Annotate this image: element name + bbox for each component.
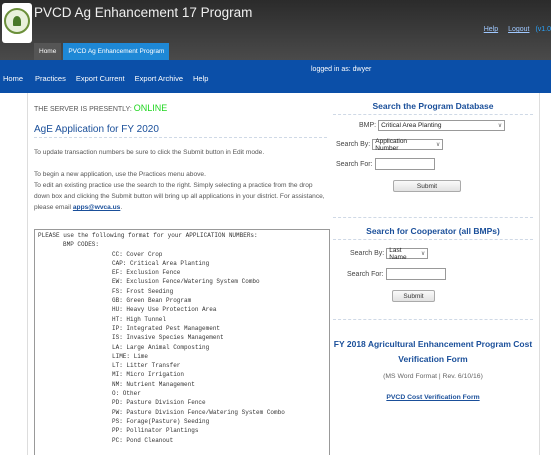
conservation-seal-icon (4, 8, 30, 34)
bmp-codes-textarea[interactable]: PLEASE use the following format for your… (34, 229, 330, 455)
codes-header: BMP CODES: (63, 241, 100, 249)
bmp-code-line: MI: Micro Irrigation (112, 371, 185, 379)
search-for-row: Search For: (336, 158, 435, 170)
bmp-code-line: FS: Frost Seeding (112, 287, 174, 295)
bmp-code-line: LA: Large Animal Composting (112, 343, 210, 351)
divider (333, 239, 533, 240)
search-by-select[interactable]: Application Number ∨ (372, 137, 444, 152)
bmp-code-line: NM: Nutrient Management (112, 380, 195, 388)
server-online-badge: ONLINE (133, 103, 168, 113)
new-edit-instructions: To begin a new application, use the Prac… (34, 169, 330, 213)
coop-search-by-select[interactable]: Last Name ∨ (386, 246, 429, 261)
logout-link[interactable]: Logout (508, 26, 529, 33)
search-by-select-value: Application Number (375, 137, 408, 152)
coop-search-by-row: Search By: Last Name ∨ (350, 246, 429, 261)
update-instructions: To update transaction numbers be sure to… (34, 149, 265, 156)
tab-home[interactable]: Home (34, 43, 62, 60)
cost-form-heading: FY 2018 Agricultural Enhancement Program… (333, 339, 533, 364)
application-heading: AgE Application for FY 2020 (34, 124, 159, 135)
search-by-label: Search By: (336, 141, 371, 148)
bmp-code-line: EF: Exclusion Fence (112, 269, 181, 277)
pvcd-logo (2, 3, 32, 43)
search-for-input[interactable] (374, 158, 435, 170)
codes-intro: PLEASE use the following format for your… (38, 232, 258, 239)
divider (34, 137, 327, 138)
email-period: . (120, 204, 123, 211)
bmp-code-line: LT: Litter Transfer (112, 362, 181, 370)
bmp-code-line: PP: Pollinator Plantings (112, 427, 199, 435)
coop-search-by-label: Search By: (350, 250, 385, 257)
coop-submit-button[interactable]: Submit (392, 290, 435, 302)
bmp-code-line: IP: Integrated Pest Management (112, 324, 221, 332)
bmp-code-line: O: Other (112, 390, 141, 398)
coop-search-for-row: Search For: (347, 268, 446, 280)
codes-list: CC: Cover Crop CAP: Critical Area Plantin… (38, 251, 326, 446)
app-title: PVCD Ag Enhancement 17 Program (34, 5, 253, 20)
nav-help[interactable]: Help (193, 74, 208, 83)
search-for-label: Search For: (336, 160, 373, 168)
coop-search-for-label: Search For: (347, 270, 384, 278)
bmp-code-line: HT: High Tunnel (112, 315, 167, 323)
divider (333, 217, 533, 218)
bmp-code-line: PW: Pasture Division Fence/Watering Syst… (112, 408, 285, 416)
new-application-text: To begin a new application, use the Prac… (34, 171, 206, 178)
server-status-label: THE SERVER IS PRESENTLY: (34, 106, 132, 113)
nav-export-archive[interactable]: Export Archive (135, 74, 183, 83)
bmp-code-line: CC: Cover Crop (112, 250, 163, 258)
help-link[interactable]: Help (484, 26, 498, 33)
chevron-down-icon: ∨ (435, 142, 441, 148)
cost-form-note: (MS Word Format | Rev. 6/10/16) (383, 373, 483, 380)
divider (333, 319, 533, 320)
app-tabs: Home PVCD Ag Enhancement Program (34, 43, 171, 60)
bmp-select-value: Critical Area Planting (381, 122, 442, 129)
search-program-submit-button[interactable]: Submit (393, 180, 461, 192)
chevron-down-icon: ∨ (497, 123, 503, 129)
nav-home[interactable]: Home (3, 74, 23, 83)
version-label: (v1.0 (535, 26, 551, 33)
coop-search-by-select-value: Last Name (389, 246, 407, 261)
search-by-row: Search By: Application Number ∨ (336, 137, 444, 152)
bmp-select[interactable]: Critical Area Planting ∨ (378, 120, 506, 131)
chevron-down-icon: ∨ (420, 251, 426, 257)
bmp-code-line: EW: Exclusion Fence/Watering System Comb… (112, 278, 260, 286)
assistance-email-link[interactable]: apps@wvca.us (73, 204, 120, 211)
divider (333, 114, 533, 115)
top-links: Help Logout (v1.0 (476, 26, 551, 33)
bmp-label: BMP: (359, 122, 377, 129)
search-cooperator-heading: Search for Cooperator (all BMPs) (366, 226, 500, 236)
coop-search-for-input[interactable] (385, 268, 446, 280)
top-header: PVCD Ag Enhancement 17 Program Home PVCD… (0, 0, 551, 60)
nav-practices[interactable]: Practices (35, 74, 66, 83)
bmp-code-line: CAP: Critical Area Planting (112, 259, 210, 267)
server-status: THE SERVER IS PRESENTLY: ONLINE (34, 103, 167, 113)
search-program-heading: Search the Program Database (372, 101, 494, 111)
tab-ag-enhancement-program[interactable]: PVCD Ag Enhancement Program (63, 43, 170, 60)
bmp-code-line: HU: Heavy Use Protection Area (112, 306, 217, 314)
bmp-code-line: PD: Pasture Division Fence (112, 399, 206, 407)
bmp-code-line: LIME: Lime (112, 352, 149, 360)
nav-export-current[interactable]: Export Current (76, 74, 125, 83)
bmp-code-line: GB: Green Bean Program (112, 297, 192, 305)
logged-in-label: logged in as: dwyer (311, 66, 372, 73)
bmp-row: BMP: Critical Area Planting ∨ (359, 120, 506, 131)
bmp-code-line: IS: Invasive Species Management (112, 334, 224, 342)
bmp-code-line: PC: Pond Cleanout (112, 436, 174, 444)
content-area: THE SERVER IS PRESENTLY: ONLINE AgE Appl… (27, 93, 540, 455)
main-nav: Home Practices Export Current Export Arc… (0, 60, 551, 93)
bmp-code-line: PS: Forage(Pasture) Seeding (112, 417, 210, 425)
cost-verification-form-link[interactable]: PVCD Cost Verification Form (333, 394, 533, 401)
